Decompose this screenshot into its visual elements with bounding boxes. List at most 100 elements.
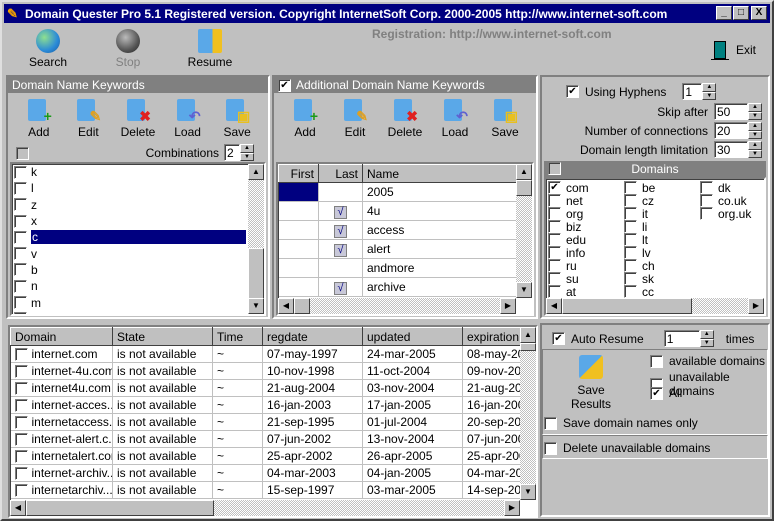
scroll-down-button[interactable]: ▼ xyxy=(248,298,264,314)
last-cell[interactable]: √ xyxy=(318,239,363,259)
keyword-checkbox[interactable] xyxy=(14,279,27,293)
auto-resume-spinner[interactable]: ▲▼ xyxy=(663,330,714,347)
spin-down[interactable]: ▼ xyxy=(240,152,254,161)
keywords-select-all-checkbox[interactable] xyxy=(16,147,29,160)
spin-down[interactable]: ▼ xyxy=(748,130,762,139)
connections-spinner[interactable]: ▲▼ xyxy=(714,122,762,139)
result-row[interactable]: internetarchiv... is not available ~15-sep… xyxy=(10,481,528,499)
tld-checkbox[interactable] xyxy=(700,207,713,220)
scroll-right-button[interactable]: ▶ xyxy=(748,298,764,314)
save-results-button[interactable]: Save Results xyxy=(556,355,626,411)
first-cell[interactable] xyxy=(278,258,319,278)
domain-tld-item[interactable]: at xyxy=(548,285,589,299)
domain-tld-item[interactable]: it xyxy=(624,207,655,221)
first-cell[interactable] xyxy=(278,277,319,297)
scroll-thumb[interactable] xyxy=(26,500,214,516)
keyword-checkbox[interactable] xyxy=(14,181,27,195)
last-cell[interactable]: √ xyxy=(318,277,363,297)
spin-up[interactable]: ▲ xyxy=(240,144,254,153)
scroll-left-button[interactable]: ◀ xyxy=(10,500,26,516)
col-domain[interactable]: Domain xyxy=(10,327,113,346)
scroll-left-button[interactable]: ◀ xyxy=(546,298,562,314)
results-hscroll[interactable]: ◀ ▶ xyxy=(10,500,520,516)
result-checkbox[interactable] xyxy=(14,416,28,430)
available-checkbox[interactable] xyxy=(650,354,663,368)
tld-checkbox[interactable] xyxy=(624,194,637,207)
first-cell[interactable] xyxy=(278,201,319,221)
domain-tld-item[interactable]: dk xyxy=(700,181,751,195)
tld-checkbox[interactable] xyxy=(700,181,713,194)
tld-checkbox[interactable] xyxy=(548,181,561,194)
additional-row[interactable]: √ archive xyxy=(278,277,520,297)
col-time[interactable]: Time xyxy=(212,327,263,346)
keyword-checkbox[interactable] xyxy=(14,312,27,314)
keyword-item[interactable]: m xyxy=(12,294,248,310)
col-first[interactable]: First xyxy=(278,164,319,183)
scroll-up-button[interactable]: ▲ xyxy=(520,327,536,343)
domain-tld-item[interactable]: co.uk xyxy=(700,194,751,208)
keyword-item[interactable]: - xyxy=(12,311,248,314)
length-input[interactable] xyxy=(714,141,748,158)
spin-up[interactable]: ▲ xyxy=(699,330,714,339)
tld-checkbox[interactable] xyxy=(548,233,561,246)
keyword-item[interactable]: c xyxy=(12,229,248,246)
keyword-item[interactable]: x xyxy=(12,213,248,229)
spin-up[interactable]: ▲ xyxy=(702,83,717,92)
additional-load-button[interactable]: ↶ Load xyxy=(433,97,477,139)
domain-tld-item[interactable]: su xyxy=(548,272,589,286)
tld-checkbox[interactable] xyxy=(624,220,637,233)
keyword-item[interactable]: v xyxy=(12,245,248,261)
spin-down[interactable]: ▼ xyxy=(748,111,762,120)
result-checkbox[interactable] xyxy=(14,450,28,464)
results-vscroll[interactable]: ▲ ▼ xyxy=(520,327,536,500)
additional-keywords-grid[interactable]: First Last Name 2005 √ 4u √ access √ alert andm… xyxy=(276,162,534,316)
spin-down[interactable]: ▼ xyxy=(748,149,762,158)
all-checkbox[interactable] xyxy=(650,386,663,400)
scroll-right-button[interactable]: ▶ xyxy=(500,298,516,314)
skip-after-spinner[interactable]: ▲▼ xyxy=(714,103,762,120)
domain-tld-item[interactable]: org.uk xyxy=(700,207,751,221)
result-row[interactable]: internet.com is not available ~07-may-1997… xyxy=(10,345,528,363)
keyword-checkbox[interactable] xyxy=(14,165,27,179)
keywords-load-button[interactable]: ↶ Load xyxy=(166,97,210,139)
spin-up[interactable]: ▲ xyxy=(748,103,762,112)
tld-checkbox[interactable] xyxy=(624,259,637,272)
additional-row[interactable]: √ access xyxy=(278,220,520,240)
domain-tld-item[interactable]: info xyxy=(548,246,589,260)
maximize-button[interactable]: □ xyxy=(733,6,749,20)
result-row[interactable]: internet4u.com is not available ~21-aug-20… xyxy=(10,379,528,397)
domain-tld-item[interactable]: org xyxy=(548,207,589,221)
additional-delete-button[interactable]: ✖ Delete xyxy=(383,97,427,139)
domain-tld-item[interactable]: com xyxy=(548,181,589,195)
col-regdate[interactable]: regdate xyxy=(262,327,363,346)
additional-add-button[interactable]: + Add xyxy=(283,97,327,139)
keyword-checkbox[interactable] xyxy=(14,230,27,244)
tld-checkbox[interactable] xyxy=(700,194,713,207)
using-hyphens-checkbox[interactable] xyxy=(566,85,579,98)
first-cell[interactable] xyxy=(278,182,319,202)
additional-row[interactable]: 2005 xyxy=(278,182,520,202)
last-cell[interactable]: √ xyxy=(318,220,363,240)
minimize-button[interactable]: _ xyxy=(716,6,732,20)
additional-row[interactable]: √ alert xyxy=(278,239,520,259)
scroll-down-button[interactable]: ▼ xyxy=(516,282,532,298)
additional-row[interactable]: andmore xyxy=(278,258,520,278)
result-checkbox[interactable] xyxy=(14,433,28,447)
result-row[interactable]: internetaccess... is not available ~21-sep… xyxy=(10,413,528,431)
search-button[interactable]: Search xyxy=(18,29,78,69)
close-button[interactable]: X xyxy=(751,6,767,20)
tld-checkbox[interactable] xyxy=(548,207,561,220)
col-last[interactable]: Last xyxy=(318,164,363,183)
keywords-add-button[interactable]: + Add xyxy=(17,97,61,139)
result-checkbox[interactable] xyxy=(14,382,28,396)
last-cell[interactable] xyxy=(318,182,363,202)
length-spinner[interactable]: ▲▼ xyxy=(714,141,762,158)
additional-row[interactable]: √ 4u xyxy=(278,201,520,221)
scroll-thumb[interactable] xyxy=(520,343,536,351)
domain-tld-item[interactable]: biz xyxy=(548,220,589,234)
scroll-right-button[interactable]: ▶ xyxy=(504,500,520,516)
exit-button[interactable]: Exit xyxy=(710,41,756,60)
results-table[interactable]: Domain State Time regdate updated expira… xyxy=(8,325,538,518)
spin-up[interactable]: ▲ xyxy=(748,141,762,150)
spin-up[interactable]: ▲ xyxy=(748,122,762,131)
